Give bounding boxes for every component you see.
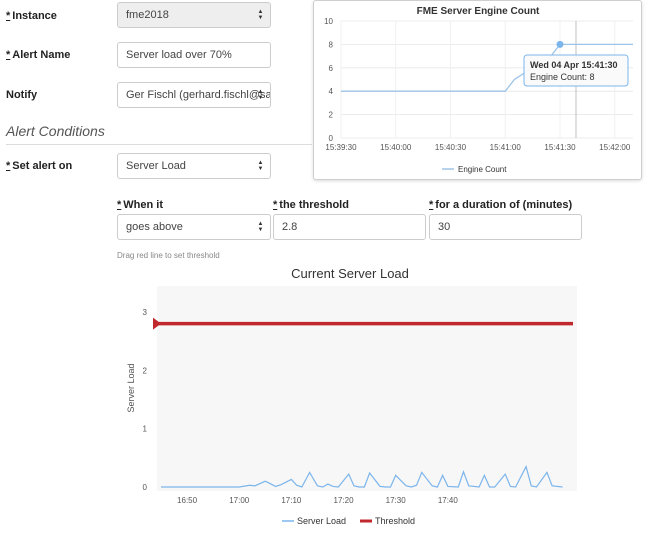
engine-y-tick-label: 8: [329, 40, 334, 49]
engine-y-tick-label: 0: [329, 134, 334, 143]
threshold-label: * the threshold: [273, 199, 349, 211]
engine-hover-marker[interactable]: [556, 40, 564, 48]
engine-x-ticks: 15:39:30 15:40:00 15:40:30 15:41:00 15:41:30…: [325, 143, 630, 152]
duration-label: * for a duration of (minutes): [429, 199, 573, 211]
load-plot-area: [157, 286, 577, 491]
when-label: * When it: [117, 199, 163, 211]
load-y-tick-label: 3: [143, 308, 148, 317]
engine-y-tick-label: 2: [329, 111, 334, 120]
instance-select[interactable]: fme2018 ▲ ▼: [117, 2, 271, 28]
when-select[interactable]: goes above ▲ ▼: [117, 214, 271, 240]
set-alert-select[interactable]: Server Load ▲ ▼: [117, 153, 271, 179]
drag-hint: Drag red line to set threshold: [117, 251, 220, 260]
engine-x-tick-label: 15:42:00: [599, 143, 631, 152]
instance-label: * Instance: [6, 10, 57, 22]
engine-y-tick-label: 10: [324, 17, 333, 26]
server-load-svg: Current Server Load Server Load 0 1 2 3 16:…: [126, 266, 577, 526]
select-arrows-icon: ▲ ▼: [257, 221, 264, 233]
section-title: Alert Conditions: [6, 123, 105, 139]
notify-label: Notify: [6, 89, 38, 101]
section-divider: [6, 144, 312, 145]
load-x-tick-label: 17:40: [438, 496, 459, 505]
load-legend: Server Load Threshold: [282, 516, 415, 526]
engine-count-svg: FME Server Engine Count 0 2 4 6 8 10 15:39:30…: [324, 6, 633, 174]
tooltip-date: Wed 04 Apr 15:41:30: [530, 60, 618, 70]
engine-legend[interactable]: Engine Count: [442, 165, 507, 174]
engine-y-tick-label: 4: [329, 87, 334, 96]
engine-x-tick-label: 15:40:30: [435, 143, 467, 152]
alert-name-label: * Alert Name: [6, 49, 71, 61]
load-x-tick-label: 17:10: [281, 496, 302, 505]
engine-count-chart: FME Server Engine Count 0 2 4 6 8 10 15:39:30…: [313, 0, 642, 180]
threshold-input[interactable]: 2.8: [273, 214, 426, 240]
duration-input[interactable]: 30: [429, 214, 582, 240]
select-arrows-icon: ▲ ▼: [257, 89, 264, 101]
load-y-tick-label: 2: [143, 366, 148, 375]
alert-name-input[interactable]: Server load over 70%: [117, 42, 271, 68]
notify-select[interactable]: Ger Fischl (gerhard.fischl@safe ▲ ▼: [117, 82, 271, 108]
engine-legend-label: Engine Count: [458, 165, 507, 174]
engine-x-tick-label: 15:41:00: [490, 143, 522, 152]
select-arrows-icon: ▲ ▼: [257, 9, 264, 21]
engine-x-tick-label: 15:39:30: [325, 143, 357, 152]
engine-x-tick-label: 15:41:30: [544, 143, 576, 152]
load-y-tick-label: 1: [143, 425, 148, 434]
engine-chart-title: FME Server Engine Count: [417, 6, 540, 17]
legend-server-load[interactable]: Server Load: [297, 516, 346, 526]
engine-y-ticks: 0 2 4 6 8 10: [324, 17, 333, 143]
legend-threshold[interactable]: Threshold: [375, 516, 415, 526]
select-arrows-icon: ▲ ▼: [257, 160, 264, 172]
engine-y-tick-label: 6: [329, 64, 334, 73]
load-y-axis-label: Server Load: [126, 363, 136, 412]
engine-tooltip: Wed 04 Apr 15:41:30 Engine Count: 8: [523, 54, 629, 87]
load-x-tick-label: 17:00: [229, 496, 250, 505]
load-y-tick-label: 0: [143, 483, 148, 492]
load-y-ticks: 0 1 2 3: [143, 308, 148, 492]
engine-x-tick-label: 15:40:00: [380, 143, 412, 152]
set-alert-label: * Set alert on: [6, 160, 73, 172]
load-x-ticks: 16:50 17:00 17:10 17:20 17:30 17:40: [177, 496, 458, 505]
load-chart-title: Current Server Load: [291, 266, 409, 281]
tooltip-value: Engine Count: 8: [530, 72, 595, 82]
load-x-tick-label: 17:30: [386, 496, 407, 505]
load-x-tick-label: 17:20: [334, 496, 355, 505]
server-load-chart: Current Server Load Server Load 0 1 2 3 16:…: [117, 260, 585, 531]
load-x-tick-label: 16:50: [177, 496, 198, 505]
